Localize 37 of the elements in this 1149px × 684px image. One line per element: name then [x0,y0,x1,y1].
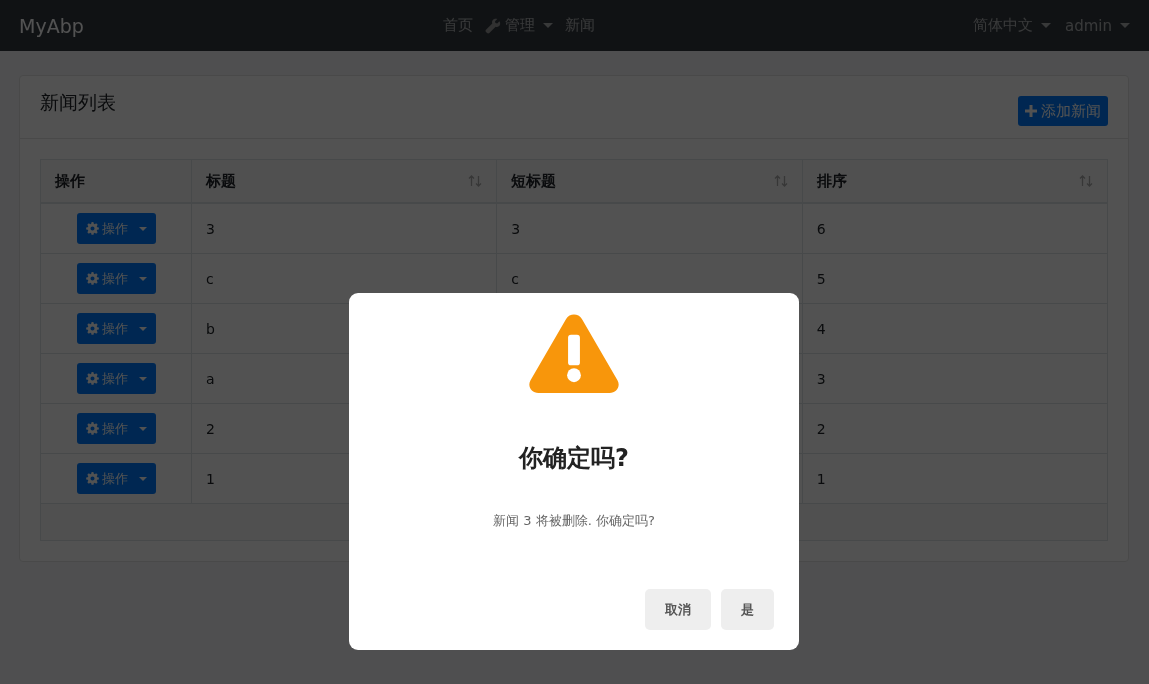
column-header[interactable]: 标题 [191,159,497,203]
table-cell: 6 [802,203,1108,254]
action-dropdown-button[interactable]: 操作 [76,263,156,294]
caret-icon [543,23,553,28]
caret-icon [1120,23,1130,28]
brand-link[interactable]: MyAbp [19,14,419,37]
dialog-message: 新闻 3 将被删除. 你确定吗? [493,512,655,530]
action-dropdown-button[interactable]: 操作 [76,413,156,444]
table-cell: 3 [191,203,497,254]
plus-icon [1025,105,1037,117]
table-cell: 3 [802,353,1108,404]
table-cell: 5 [802,253,1108,304]
warning-icon [528,313,620,394]
settings-icon [85,272,99,285]
dialog-title: 你确定吗? [519,443,629,474]
settings-icon [85,422,99,435]
action-dropdown-button[interactable]: 操作 [76,213,156,244]
settings-icon [85,322,99,335]
action-dropdown-button[interactable]: 操作 [76,463,156,494]
wrench-icon [485,17,501,34]
settings-icon [85,222,99,235]
table-cell: 2 [802,403,1108,454]
action-dropdown-button[interactable]: 操作 [76,313,156,344]
cancel-button[interactable]: 取消 [645,589,711,630]
table-cell: 4 [802,303,1108,354]
action-dropdown-button[interactable]: 操作 [76,363,156,394]
settings-icon [85,472,99,485]
table-cell: 1 [802,453,1108,504]
caret-icon [1041,23,1051,28]
add-news-button[interactable]: 添加新闻 [1018,96,1108,126]
table-cell: 3 [496,203,803,254]
settings-icon [85,372,99,385]
column-header[interactable]: 排序 [802,159,1108,203]
card-title: 新闻列表 [40,90,116,115]
column-header: 操作 [40,159,192,203]
confirm-button[interactable]: 是 [721,589,774,630]
column-header[interactable]: 短标题 [496,159,803,203]
